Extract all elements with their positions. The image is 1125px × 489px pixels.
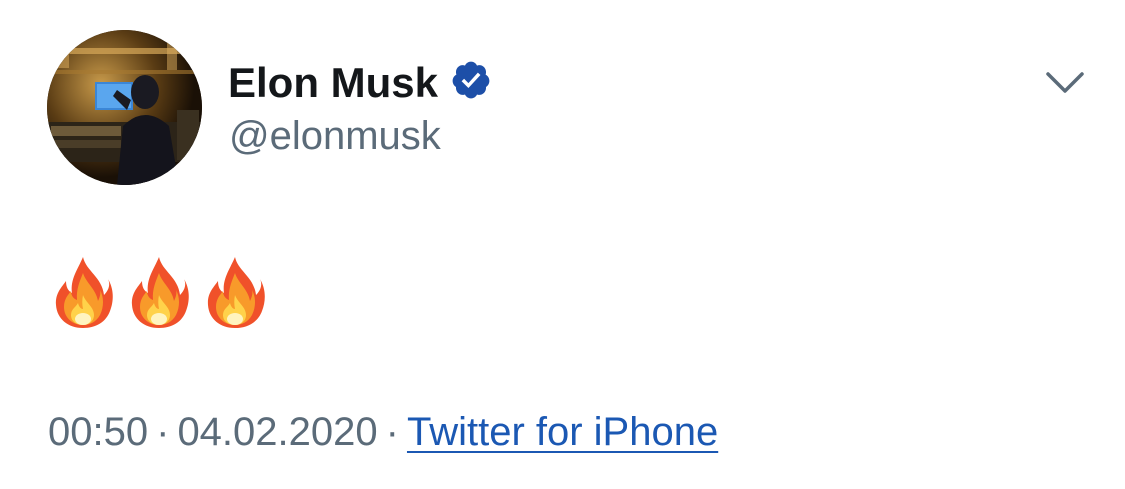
meta-separator: · (385, 410, 399, 454)
avatar-photo-icon (47, 30, 202, 185)
meta-separator: · (156, 410, 170, 454)
author-handle[interactable]: @elonmusk (229, 112, 441, 160)
fire-emoji-icon (55, 257, 113, 328)
tweet-time: 00:50 (48, 410, 149, 454)
display-name[interactable]: Elon Musk (228, 52, 492, 111)
tweet-meta: 00:50 · 04.02.2020 · Twitter for iPhone (48, 406, 718, 458)
fire-emoji-icon (207, 257, 265, 328)
chevron-down-icon[interactable] (1040, 64, 1090, 104)
avatar[interactable] (47, 30, 202, 185)
tweet-card: Elon Musk @elonmusk 00:50 · 04.02.2020 ·… (0, 0, 1125, 489)
fire-emoji-icon (131, 257, 189, 328)
verified-badge-icon (450, 59, 492, 101)
author-name[interactable]: Elon Musk (228, 59, 438, 106)
tweet-date: 04.02.2020 (177, 410, 378, 454)
source-link[interactable]: Twitter for iPhone (407, 410, 718, 454)
tweet-text (52, 255, 266, 335)
